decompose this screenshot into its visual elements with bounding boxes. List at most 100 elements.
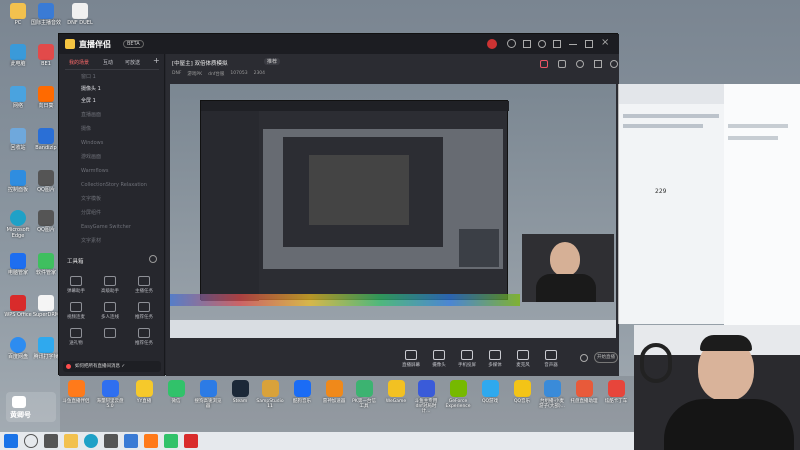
app-icon[interactable]	[184, 434, 198, 448]
tool-multi-link[interactable]: 多人连线	[97, 302, 123, 320]
task-view-icon[interactable]	[44, 434, 58, 448]
main-panel: [中屋主] 双倍体质模拟 推荐 DNF 游戏PK dnf台服 107053 23…	[166, 54, 619, 376]
app-icon[interactable]	[104, 434, 118, 448]
edge-icon[interactable]	[84, 434, 98, 448]
dock-app[interactable]: 炫酷卡丁车	[602, 380, 630, 404]
source-item[interactable]: 分屏组件	[65, 208, 159, 219]
sidebar: 我的场景 互动 可放送 + 窗口 1 摄像头 1 全屏 1 直播画面 摄像 Wi…	[59, 54, 165, 376]
preview-dock	[170, 294, 520, 306]
dock-app[interactable]: 搜狗高速浏览器	[194, 380, 222, 409]
settings-icon[interactable]	[580, 354, 588, 362]
maximize-icon[interactable]	[585, 40, 593, 48]
tool-gift[interactable]: 送礼物	[63, 328, 89, 346]
image-icon	[38, 170, 54, 186]
dock-app[interactable]: QQ游戏	[476, 380, 504, 404]
speaker-button[interactable]: 音声器	[538, 350, 564, 368]
stream-tag[interactable]: 推荐	[264, 58, 281, 65]
webcam-preview	[522, 234, 614, 302]
app-icon	[38, 44, 54, 60]
source-item[interactable]: Windows	[65, 138, 159, 149]
dock-app[interactable]: 斗鱼主专用dnf对局时计...	[412, 380, 440, 414]
dock-app[interactable]: 酷狗音乐	[288, 380, 316, 404]
search-icon[interactable]	[24, 434, 38, 448]
tool-video-link[interactable]: 视频连麦	[63, 302, 89, 320]
dock-app[interactable]: PK第一台信工具	[350, 380, 378, 409]
music-icon	[513, 380, 531, 397]
dock-app[interactable]: YY直播	[130, 380, 158, 404]
bell-icon[interactable]	[576, 60, 584, 68]
dock-app[interactable]: Steam	[226, 380, 254, 404]
source-item[interactable]: EasyGame Switcher	[65, 222, 159, 233]
tool-recommend[interactable]: 推荐任务	[131, 302, 157, 320]
expand-icon[interactable]	[594, 60, 602, 68]
close-icon[interactable]: ×	[601, 37, 609, 48]
screen-icon	[405, 350, 417, 360]
tool-danmaku[interactable]: 弹幕助手	[63, 276, 89, 294]
app-icon[interactable]	[164, 434, 178, 448]
desktop-icon-dnf-duel[interactable]: DNF DUEL	[62, 3, 98, 26]
file-explorer-icon[interactable]	[64, 434, 78, 448]
minimize-icon[interactable]	[569, 44, 577, 45]
tab-interaction[interactable]: 互动	[103, 59, 113, 66]
title-bar: 直播伴侣 BETA ×	[59, 34, 619, 54]
stream-title[interactable]: [中屋主] 双倍体质模拟	[172, 59, 228, 67]
dock-app[interactable]: 斗鱼直播伴侣	[62, 380, 90, 404]
dock-app[interactable]: SampStudio 11	[256, 380, 284, 409]
start-stream-button[interactable]: 开始直播	[594, 352, 618, 363]
lock-icon[interactable]	[540, 60, 548, 68]
microphone-icon	[517, 350, 529, 360]
dock-app[interactable]: 托盘直播助理	[570, 380, 598, 404]
shirt	[664, 399, 794, 450]
tool-blank[interactable]	[97, 328, 123, 340]
tool-recommend-2[interactable]: 推荐任务	[131, 328, 157, 346]
wps-icon	[10, 295, 26, 311]
screen-capture-button[interactable]: 直播屏幕	[398, 350, 424, 368]
source-item[interactable]: 全屏 1	[65, 96, 159, 107]
tab-my-scenes[interactable]: 我的场景	[69, 59, 89, 66]
source-item[interactable]: 摄像头 1	[65, 84, 159, 95]
start-icon[interactable]	[4, 434, 18, 448]
preview-canvas[interactable]	[170, 84, 616, 338]
edge-icon	[10, 210, 26, 226]
source-item[interactable]: 文字模板	[65, 194, 159, 205]
tab-broadcast[interactable]: 可放送	[125, 59, 140, 66]
dock-app[interactable]: QQ音乐	[508, 380, 536, 404]
source-item[interactable]: CollectionStory Relaxation	[65, 180, 159, 191]
task-icon	[138, 276, 150, 286]
desktop-icon-audio[interactable]: 国际主播音效	[28, 3, 64, 26]
tool-advanced[interactable]: 高级助手	[97, 276, 123, 294]
dock-app[interactable]: WeGame	[382, 380, 410, 404]
app-icon[interactable]	[124, 434, 138, 448]
dock-app[interactable]: 海量阿里云盘5.0	[96, 380, 124, 409]
avatar[interactable]	[487, 39, 497, 49]
stream-meta: DNF 游戏PK dnf台服 107053 2304	[172, 71, 266, 77]
game-icon	[607, 380, 625, 397]
source-item[interactable]: 窗口 1	[65, 72, 159, 83]
source-item[interactable]: 游戏画面	[65, 152, 159, 163]
dock-app[interactable]: 雷神加速器	[320, 380, 348, 404]
menu-icon[interactable]	[553, 40, 561, 48]
archive-icon	[38, 128, 54, 144]
media-button[interactable]: 多媒体	[482, 350, 508, 368]
microphone-button[interactable]: 麦克风	[510, 350, 536, 368]
gear-icon[interactable]	[538, 40, 546, 48]
camera-icon	[433, 350, 445, 360]
message-icon[interactable]	[523, 40, 531, 48]
dock-app[interactable]: 台组播·小麦游子(大部)...	[538, 380, 566, 409]
collapse-icon[interactable]	[149, 255, 157, 263]
dock-app[interactable]: 微信	[162, 380, 190, 404]
tool-tasks[interactable]: 主播任务	[131, 276, 157, 294]
app-icon[interactable]	[144, 434, 158, 448]
camera-button[interactable]: 摄像头	[426, 350, 452, 368]
phone-cast-button[interactable]: 手机投屏	[454, 350, 480, 368]
headset-icon[interactable]	[507, 39, 516, 48]
share-icon[interactable]	[610, 60, 618, 68]
dock-app[interactable]: GeForce Experience	[444, 380, 472, 409]
source-item[interactable]: 文字素材	[65, 236, 159, 247]
source-item[interactable]: Warmflows	[65, 166, 159, 177]
source-item[interactable]: 直播画面	[65, 110, 159, 121]
source-item[interactable]: 摄像	[65, 124, 159, 135]
save-icon[interactable]	[558, 60, 566, 68]
add-scene-icon[interactable]: +	[153, 56, 160, 65]
notice-bar[interactable]: 如何把所有直播间消息 ✓	[63, 361, 161, 372]
